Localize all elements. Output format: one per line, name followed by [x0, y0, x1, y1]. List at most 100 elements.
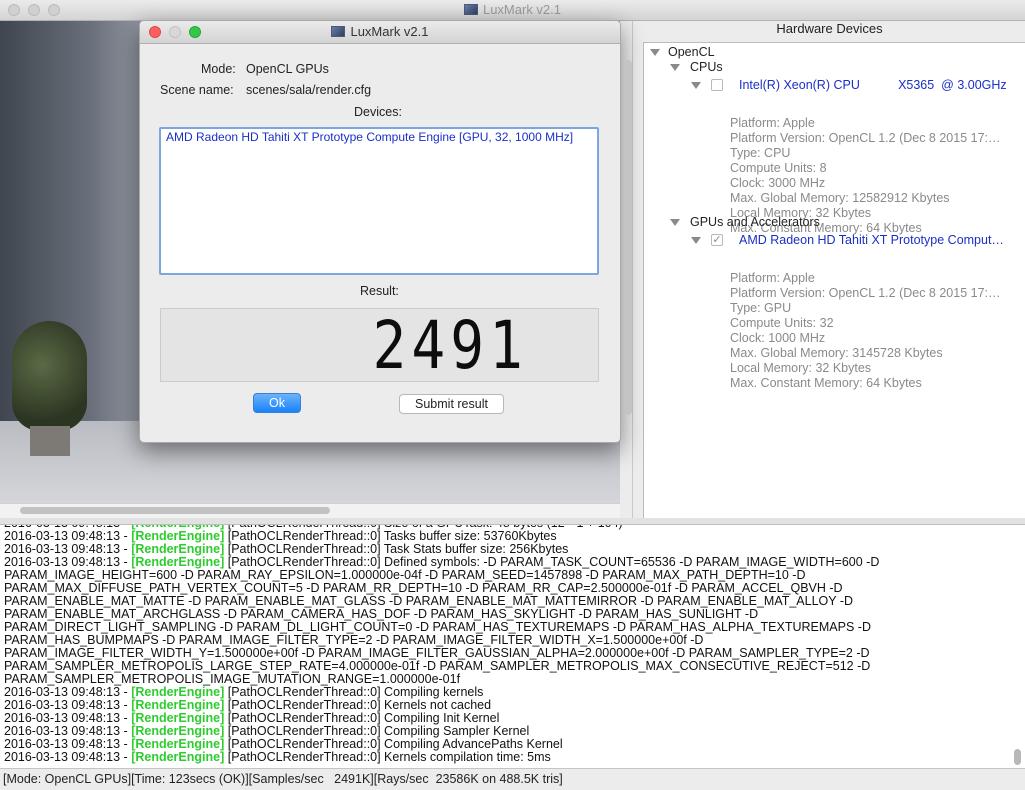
log-message: PARAM_HAS_BUMPMAPS -D PARAM_IMAGE_FILTER… [4, 633, 704, 647]
log-line: 2016-03-13 09:48:13 - [RenderEngine] [Pa… [4, 751, 1009, 764]
device-property: Type: GPU [730, 301, 792, 315]
log-message: [PathOCLRenderThread::0] Kernels compila… [224, 750, 551, 764]
devices-label: Devices: [354, 105, 402, 119]
log-message: [PathOCLRenderThread::0] Tasks buffer si… [224, 529, 557, 543]
log-view[interactable]: 2016-03-13 09:48:13 - [RenderEngine] [Pa… [0, 524, 1025, 769]
log-tag: [RenderEngine] [131, 685, 225, 699]
scene-name-value: scenes/sala/render.cfg [246, 83, 372, 97]
log-message: PARAM_SAMPLER_METROPOLIS_IMAGE_MUTATION_… [4, 672, 461, 686]
device-property: Clock: 3000 MHz [730, 176, 826, 190]
disclosure-triangle-icon[interactable] [691, 237, 701, 244]
log-tag: [RenderEngine] [131, 698, 225, 712]
hardware-devices-title: Hardware Devices [776, 21, 883, 36]
render-horizontal-scrollbar[interactable] [0, 503, 620, 518]
main-title-bar: LuxMark v2.1 [0, 0, 1025, 21]
log-message: [PathOCLRenderThread::0] Compiling Advan… [224, 737, 563, 751]
log-timestamp: 2016-03-13 09:48:13 - [4, 685, 132, 699]
tree-node-cpus[interactable]: CPUs [670, 60, 723, 75]
log-timestamp: 2016-03-13 09:48:13 - [4, 724, 132, 738]
scrollbar-thumb[interactable] [20, 507, 330, 514]
mode-value: OpenCL GPUs [246, 62, 329, 76]
app-icon [463, 4, 478, 15]
log-timestamp: 2016-03-13 09:48:13 - [4, 555, 132, 569]
hardware-panel-scrollbar[interactable] [624, 60, 632, 415]
result-display: 2491 [160, 308, 599, 382]
log-message: [PathOCLRenderThread::0] Defined symbols… [224, 555, 880, 569]
tree-node-label: GPUs and Accelerators [690, 215, 820, 229]
device-property: Max. Constant Memory: 64 Kbytes [730, 376, 922, 390]
dialog-title-bar: LuxMark v2.1 [140, 21, 620, 44]
cpu-device-checkbox[interactable] [711, 79, 723, 91]
device-property: Max. Global Memory: 3145728 Kbytes [730, 346, 943, 360]
log-message: PARAM_ENABLE_MAT_ARCHGLASS -D PARAM_CAME… [4, 607, 759, 621]
log-timestamp: 2016-03-13 09:48:13 - [4, 750, 132, 764]
result-dialog: LuxMark v2.1 Mode: OpenCL GPUs Scene nam… [139, 20, 621, 443]
log-message: PARAM_SAMPLER_METROPOLIS_LARGE_STEP_RATE… [4, 659, 871, 673]
device-property: Max. Global Memory: 12582912 Kbytes [730, 191, 950, 205]
submit-result-button[interactable]: Submit result [399, 394, 504, 414]
render-plant [12, 321, 87, 431]
log-message: PARAM_DIRECT_LIGHT_SAMPLING -D PARAM_DL_… [4, 620, 871, 634]
result-label: Result: [360, 284, 399, 298]
hardware-devices-panel: Hardware Devices OpenCL CPUs Intel(R) Xe… [632, 21, 1025, 520]
log-tag: [RenderEngine] [131, 737, 225, 751]
device-property: Platform Version: OpenCL 1.2 (Dec 8 2015… [730, 286, 1001, 300]
log-lines: 2016-03-13 09:48:13 - [RenderEngine] [Pa… [4, 525, 1009, 764]
device-property: Compute Units: 8 [730, 161, 827, 175]
device-property: Local Memory: 32 Kbytes [730, 361, 872, 375]
cpu-device-name: Intel(R) Xeon(R) CPU X5365 @ 3.00GHz [739, 78, 1007, 92]
device-property: Clock: 1000 MHz [730, 331, 826, 345]
log-timestamp: 2016-03-13 09:48:13 - [4, 711, 132, 725]
tree-node-cpu-device[interactable]: Intel(R) Xeon(R) CPU X5365 @ 3.00GHz [691, 78, 1007, 93]
devices-list[interactable]: AMD Radeon HD Tahiti XT Prototype Comput… [159, 127, 599, 275]
log-tag: [RenderEngine] [131, 750, 225, 764]
window-title-text: LuxMark v2.1 [482, 2, 562, 17]
hardware-devices-tree[interactable]: OpenCL CPUs Intel(R) Xeon(R) CPU X5365 @… [643, 42, 1025, 520]
app-icon [331, 26, 346, 37]
device-list-item[interactable]: AMD Radeon HD Tahiti XT Prototype Comput… [166, 130, 592, 144]
log-timestamp: 2016-03-13 09:48:13 - [4, 542, 132, 556]
tree-node-opencl[interactable]: OpenCL [650, 45, 715, 60]
log-message: [PathOCLRenderThread::0] Task Stats buff… [224, 542, 569, 556]
tree-node-label: OpenCL [668, 45, 715, 59]
device-property: Type: CPU [730, 146, 791, 160]
log-timestamp: 2016-03-13 09:48:13 - [4, 529, 132, 543]
log-message: PARAM_IMAGE_FILTER_WIDTH_Y=1.500000e+00f… [4, 646, 870, 660]
log-message: PARAM_MAX_DIFFUSE_PATH_VERTEX_COUNT=5 -D… [4, 581, 843, 595]
log-timestamp: 2016-03-13 09:48:13 - [4, 737, 132, 751]
tree-node-gpu-device[interactable]: ✓ AMD Radeon HD Tahiti XT Prototype Comp… [691, 233, 1004, 248]
disclosure-triangle-icon[interactable] [670, 219, 680, 226]
disclosure-triangle-icon[interactable] [670, 64, 680, 71]
ok-button[interactable]: Ok [253, 393, 301, 413]
result-value: 2491 [372, 307, 528, 384]
scene-name-label: Scene name: [160, 83, 234, 97]
log-tag: [RenderEngine] [131, 555, 225, 569]
render-plant-pot [30, 426, 70, 456]
log-message: [PathOCLRenderThread::0] Kernels not cac… [224, 698, 492, 712]
dialog-title-text: LuxMark v2.1 [350, 24, 429, 39]
gpu-device-name: AMD Radeon HD Tahiti XT Prototype Comput… [739, 233, 1004, 247]
disclosure-triangle-icon[interactable] [650, 49, 660, 56]
log-message: PARAM_ENABLE_MAT_MATTE -D PARAM_ENABLE_M… [4, 594, 854, 608]
log-tag: [RenderEngine] [131, 529, 225, 543]
log-tag: [RenderEngine] [131, 724, 225, 738]
device-property: Compute Units: 32 [730, 316, 834, 330]
log-scrollbar[interactable] [1014, 749, 1021, 765]
tree-node-gpus[interactable]: GPUs and Accelerators [670, 215, 820, 230]
log-message: [PathOCLRenderThread::0] Compiling Init … [224, 711, 500, 725]
mode-label: Mode: [201, 62, 236, 76]
disclosure-triangle-icon[interactable] [691, 82, 701, 89]
dialog-title: LuxMark v2.1 [140, 24, 620, 39]
window-title: LuxMark v2.1 [0, 2, 1025, 17]
tree-node-label: CPUs [690, 60, 723, 74]
log-tag: [RenderEngine] [131, 542, 225, 556]
status-bar: [Mode: OpenCL GPUs][Time: 123secs (OK)][… [0, 768, 1025, 790]
log-message: [PathOCLRenderThread::0] Compiling kerne… [224, 685, 484, 699]
log-message: PARAM_IMAGE_HEIGHT=600 -D PARAM_RAY_EPSI… [4, 568, 806, 582]
device-property: Platform: Apple [730, 116, 815, 130]
log-message: [PathOCLRenderThread::0] Compiling Sampl… [224, 724, 530, 738]
device-property: Platform: Apple [730, 271, 815, 285]
log-timestamp: 2016-03-13 09:48:13 - [4, 698, 132, 712]
device-property: Platform Version: OpenCL 1.2 (Dec 8 2015… [730, 131, 1001, 145]
gpu-device-checkbox[interactable]: ✓ [711, 234, 723, 246]
